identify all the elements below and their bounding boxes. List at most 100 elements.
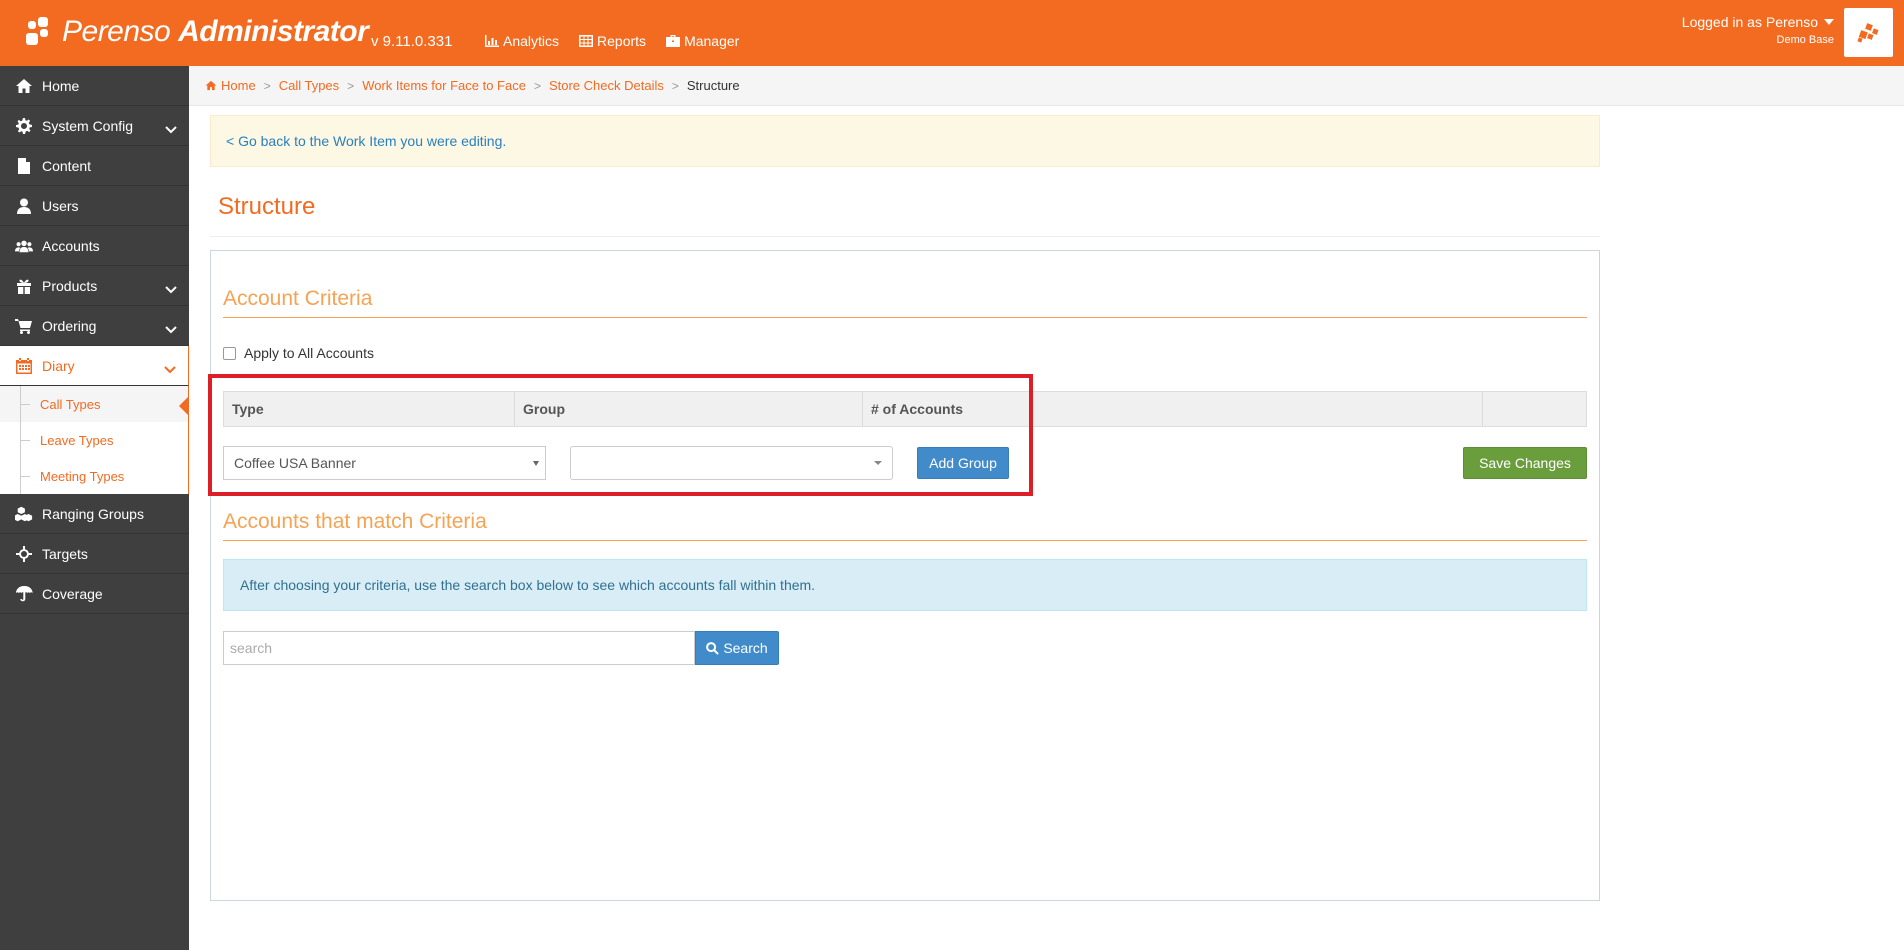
calendar-icon: [16, 357, 32, 374]
criteria-info-text: After choosing your criteria, use the se…: [240, 577, 816, 593]
breadcrumb-current: Structure: [686, 78, 740, 93]
account-criteria-title: Account Criteria: [223, 287, 1587, 318]
type-select-value: Coffee USA Banner: [234, 455, 356, 471]
back-alert: < Go back to the Work Item you were edit…: [210, 115, 1600, 167]
perenso-logo-icon: [24, 15, 58, 49]
sidebar-item-content[interactable]: Content: [0, 146, 189, 186]
breadcrumb: Home > Call Types > Work Items for Face …: [189, 66, 1904, 106]
sidebar-item-home[interactable]: Home: [0, 66, 189, 106]
chart-icon: [485, 35, 499, 47]
sidebar-item-ranging-groups[interactable]: Ranging Groups: [0, 494, 189, 534]
sidebar-item-coverage[interactable]: Coverage: [0, 574, 189, 614]
sidebar-subitem-meeting-types[interactable]: Meeting Types: [0, 458, 188, 494]
version-label: v 9.11.0.331: [371, 33, 453, 50]
chevron-down-icon: [165, 126, 177, 134]
sidebar-item-diary[interactable]: Diary: [0, 346, 189, 386]
sidebar-subitem-label: Leave Types: [40, 432, 114, 448]
sidebar-item-accounts[interactable]: Accounts: [0, 226, 189, 266]
apply-all-row: Apply to All Accounts: [223, 345, 374, 361]
nav-analytics-label: Analytics: [503, 33, 560, 49]
breadcrumb-work-items[interactable]: Work Items for Face to Face: [362, 78, 526, 93]
perenso-mark-icon: [1856, 22, 1879, 43]
back-link[interactable]: < Go back to the Work Item you were edit…: [226, 133, 506, 149]
diary-submenu: Call Types Leave Types Meeting Types: [0, 386, 189, 494]
sidebar-item-products[interactable]: Products: [0, 266, 189, 306]
brand-name: Perenso Administrator: [62, 15, 369, 48]
breadcrumb-separator: >: [671, 78, 679, 93]
breadcrumb-separator: >: [533, 78, 541, 93]
sidebar-item-ordering[interactable]: Ordering: [0, 306, 189, 346]
sidebar-item-label: Targets: [42, 545, 88, 562]
chevron-down-icon: [165, 286, 177, 294]
dropdown-arrow-icon: [874, 461, 882, 465]
sidebar-item-system-config[interactable]: System Config: [0, 106, 189, 146]
sidebar-subitem-leave-types[interactable]: Leave Types: [0, 422, 188, 458]
search-button[interactable]: Search: [695, 631, 779, 665]
avatar[interactable]: [1844, 8, 1893, 57]
file-icon: [18, 157, 30, 174]
sidebar-item-label: Diary: [42, 357, 75, 374]
criteria-table-header: Type Group # of Accounts: [223, 391, 1587, 427]
page-title: Structure: [218, 193, 316, 220]
sidebar-item-label: Home: [42, 77, 80, 94]
base-label: Demo Base: [1776, 34, 1834, 46]
nav-manager[interactable]: Manager: [666, 33, 739, 49]
cubes-icon: [15, 506, 33, 521]
umbrella-icon: [16, 585, 33, 601]
cart-icon: [15, 318, 32, 334]
sidebar-item-targets[interactable]: Targets: [0, 534, 189, 574]
breadcrumb-store-check-details[interactable]: Store Check Details: [549, 78, 664, 93]
column-group: Group: [515, 392, 863, 426]
sidebar: Home System Config Content Users Account…: [0, 66, 189, 950]
add-group-button[interactable]: Add Group: [917, 447, 1009, 479]
search-button-label: Search: [723, 640, 768, 656]
type-select[interactable]: Coffee USA Banner: [223, 446, 546, 480]
chevron-down-icon: [165, 326, 177, 334]
crosshairs-icon: [16, 545, 32, 562]
top-nav: Analytics Reports Manager: [485, 33, 739, 49]
table-icon: [579, 35, 594, 47]
column-actions: [1483, 392, 1586, 426]
gear-icon: [16, 117, 32, 134]
brand-logo[interactable]: Perenso Administrator: [24, 14, 369, 50]
breadcrumb-home[interactable]: Home: [205, 78, 256, 93]
sidebar-item-label: Accounts: [42, 237, 100, 254]
chevron-down-icon: [164, 366, 176, 374]
group-select[interactable]: [570, 446, 893, 480]
breadcrumb-label: Home: [221, 78, 256, 93]
sidebar-item-users[interactable]: Users: [0, 186, 189, 226]
structure-panel: Account Criteria Apply to All Accounts T…: [210, 250, 1600, 901]
sidebar-item-label: Ranging Groups: [42, 505, 144, 522]
nav-reports-label: Reports: [597, 33, 647, 49]
nav-analytics[interactable]: Analytics: [485, 33, 559, 49]
top-bar: Perenso Administrator v 9.11.0.331 Analy…: [0, 0, 1904, 66]
sidebar-item-label: Products: [42, 277, 98, 294]
breadcrumb-separator: >: [263, 78, 271, 93]
breadcrumb-separator: >: [347, 78, 355, 93]
user-menu[interactable]: Logged in as Perenso Demo Base: [1682, 14, 1834, 46]
caret-down-icon: [1824, 19, 1834, 25]
column-type: Type: [224, 392, 515, 426]
sidebar-item-label: Coverage: [42, 585, 103, 602]
sidebar-item-label: Users: [42, 197, 79, 214]
column-num-accounts: # of Accounts: [863, 392, 1483, 426]
breadcrumb-call-types[interactable]: Call Types: [279, 78, 339, 93]
users-icon: [15, 240, 33, 252]
nav-manager-label: Manager: [684, 33, 740, 49]
apply-all-label: Apply to All Accounts: [244, 345, 374, 361]
title-divider: [210, 236, 1600, 237]
save-changes-button[interactable]: Save Changes: [1463, 447, 1587, 479]
apply-all-checkbox[interactable]: [223, 346, 236, 360]
criteria-info-box: After choosing your criteria, use the se…: [223, 559, 1587, 611]
nav-reports[interactable]: Reports: [579, 33, 646, 49]
logged-in-label: Logged in as Perenso: [1681, 14, 1818, 30]
home-icon: [16, 78, 32, 93]
active-pointer: [179, 396, 189, 416]
briefcase-icon: [666, 35, 681, 47]
dropdown-arrow-icon: [533, 461, 539, 466]
sidebar-item-label: Ordering: [42, 317, 97, 334]
search-icon: [706, 641, 720, 655]
sidebar-subitem-label: Meeting Types: [40, 468, 125, 484]
search-input[interactable]: search: [223, 631, 695, 665]
sidebar-subitem-call-types[interactable]: Call Types: [0, 386, 189, 422]
